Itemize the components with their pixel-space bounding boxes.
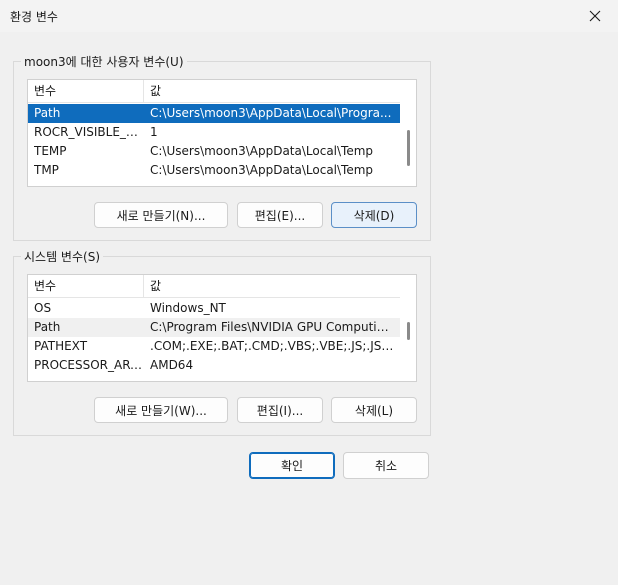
list-item[interactable]: PROCESSOR_ARC... AMD64 bbox=[28, 356, 400, 375]
user-variables-label: moon3에 대한 사용자 변수(U) bbox=[21, 53, 187, 70]
scrollbar-thumb[interactable] bbox=[407, 322, 410, 340]
user-variables-group: moon3에 대한 사용자 변수(U) 변수 값 Path C:\Users\m… bbox=[13, 53, 431, 241]
variable-value: C:\Users\moon3\AppData\Local\Temp bbox=[150, 144, 374, 158]
list-item[interactable]: PATHEXT .COM;.EXE;.BAT;.CMD;.VBS;.VBE;.J… bbox=[28, 337, 400, 356]
column-header-value[interactable]: 값 bbox=[144, 80, 400, 102]
variable-name: PATHEXT bbox=[34, 339, 88, 353]
ok-button[interactable]: 확인 bbox=[249, 452, 335, 479]
cancel-button[interactable]: 취소 bbox=[343, 452, 429, 479]
list-item[interactable]: TEMP C:\Users\moon3\AppData\Local\Temp bbox=[28, 142, 400, 161]
window-title: 환경 변수 bbox=[10, 10, 58, 24]
variable-name: Path bbox=[34, 320, 61, 334]
variable-name: PROCESSOR_ARC... bbox=[34, 358, 142, 372]
user-variables-list[interactable]: 변수 값 Path C:\Users\moon3\AppData\Local\P… bbox=[27, 79, 417, 187]
list-item[interactable]: Path C:\Program Files\NVIDIA GPU Computi… bbox=[28, 318, 400, 337]
user-delete-button[interactable]: 삭제(D) bbox=[331, 202, 417, 228]
variable-value: C:\Users\moon3\AppData\Local\Temp bbox=[150, 163, 374, 177]
variable-value: .COM;.EXE;.BAT;.CMD;.VBS;.VBE;.JS;.JSE;.… bbox=[150, 339, 396, 353]
system-variables-list[interactable]: 변수 값 OS Windows_NT Path C:\Program Files… bbox=[27, 274, 417, 382]
user-edit-button[interactable]: 편집(E)... bbox=[237, 202, 323, 228]
variable-name: TMP bbox=[34, 163, 59, 177]
variable-name: Path bbox=[34, 106, 61, 120]
variable-value: AMD64 bbox=[150, 358, 194, 372]
system-variables-label: 시스템 변수(S) bbox=[21, 248, 103, 265]
title-bar: 환경 변수 bbox=[0, 0, 618, 32]
list-item[interactable]: Path C:\Users\moon3\AppData\Local\Progra… bbox=[28, 104, 400, 123]
vertical-scrollbar[interactable] bbox=[400, 80, 416, 186]
system-edit-button[interactable]: 편집(I)... bbox=[237, 397, 323, 423]
list-item[interactable]: ROCR_VISIBLE_DE... 1 bbox=[28, 123, 400, 142]
system-new-button[interactable]: 새로 만들기(W)... bbox=[94, 397, 228, 423]
variable-value: C:\Users\moon3\AppData\Local\Progra... bbox=[150, 106, 392, 120]
close-button[interactable] bbox=[572, 0, 618, 32]
system-variables-group: 시스템 변수(S) 변수 값 OS Windows_NT Path C:\Pro… bbox=[13, 248, 431, 436]
column-header-name[interactable]: 변수 bbox=[28, 80, 144, 102]
user-new-button[interactable]: 새로 만들기(N)... bbox=[94, 202, 228, 228]
variable-name: OS bbox=[34, 301, 52, 315]
vertical-scrollbar[interactable] bbox=[400, 275, 416, 381]
variable-value: 1 bbox=[150, 125, 158, 139]
column-header-value[interactable]: 값 bbox=[144, 275, 400, 297]
list-item[interactable]: TMP C:\Users\moon3\AppData\Local\Temp bbox=[28, 161, 400, 180]
variable-value: C:\Program Files\NVIDIA GPU Computing... bbox=[150, 320, 396, 334]
variable-name: ROCR_VISIBLE_DE... bbox=[34, 125, 142, 139]
close-icon bbox=[589, 10, 601, 22]
list-header: 변수 값 bbox=[28, 275, 400, 298]
system-delete-button[interactable]: 삭제(L) bbox=[331, 397, 417, 423]
variable-value: Windows_NT bbox=[150, 301, 226, 315]
variable-name: TEMP bbox=[34, 144, 67, 158]
list-header: 변수 값 bbox=[28, 80, 400, 103]
list-item[interactable]: OS Windows_NT bbox=[28, 299, 400, 318]
column-header-name[interactable]: 변수 bbox=[28, 275, 144, 297]
scrollbar-thumb[interactable] bbox=[407, 130, 410, 166]
